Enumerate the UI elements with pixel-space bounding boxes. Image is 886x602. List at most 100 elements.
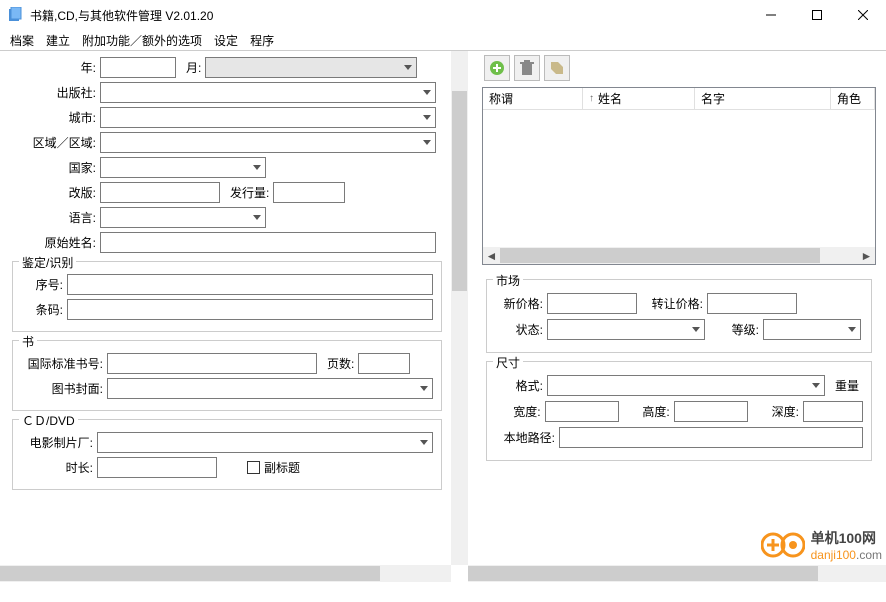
tag-icon <box>549 60 565 76</box>
newprice-input[interactable] <box>547 293 637 314</box>
region-combo[interactable] <box>100 132 436 153</box>
newprice-label: 新价格: <box>495 295 547 312</box>
tag-button[interactable] <box>544 55 570 81</box>
studio-combo[interactable] <box>97 432 433 453</box>
duration-input[interactable] <box>97 457 217 478</box>
publisher-label: 出版社: <box>8 84 100 101</box>
menu-addon[interactable]: 附加功能／额外的选项 <box>76 30 208 51</box>
right-hscrollbar[interactable] <box>468 565 886 582</box>
localpath-label: 本地路径: <box>495 429 559 446</box>
pages-input[interactable] <box>358 353 410 374</box>
month-combo[interactable] <box>205 57 417 78</box>
barcode-label: 条码: <box>21 301 67 318</box>
edition-input[interactable] <box>100 182 220 203</box>
titlebar: 书籍,CD,与其他软件管理 V2.01.20 <box>0 0 886 30</box>
right-panel: 称谓 ↑姓名 名字 角色 ◄► 市场 新价格: 转让价格: 状态: <box>468 50 886 582</box>
status-label: 状态: <box>495 321 547 338</box>
cd-legend: ＣＤ/DVD <box>19 412 78 429</box>
minimize-button[interactable] <box>748 0 794 30</box>
menu-create[interactable]: 建立 <box>40 30 76 51</box>
size-group: 尺寸 格式: 重量 宽度: 高度: 深度: 本地路径: <box>486 361 872 461</box>
format-label: 格式: <box>495 377 547 394</box>
year-input[interactable] <box>100 57 176 78</box>
height-input[interactable] <box>674 401 748 422</box>
status-combo[interactable] <box>547 319 705 340</box>
watermark-logo: 单机100网 danji100.com <box>761 528 882 562</box>
col-firstname[interactable]: 名字 <box>695 88 831 109</box>
left-vscrollbar[interactable] <box>451 51 468 565</box>
close-button[interactable] <box>840 0 886 30</box>
width-label: 宽度: <box>495 403 545 420</box>
left-hscrollbar[interactable] <box>0 565 451 582</box>
pages-label: 页数: <box>317 355 358 372</box>
duration-label: 时长: <box>21 459 97 476</box>
country-combo[interactable] <box>100 157 266 178</box>
serial-input[interactable] <box>67 274 433 295</box>
height-label: 高度: <box>619 403 674 420</box>
transferprice-label: 转让价格: <box>637 295 707 312</box>
city-label: 城市: <box>8 109 100 126</box>
localpath-input[interactable] <box>559 427 863 448</box>
circulation-input[interactable] <box>273 182 345 203</box>
cover-label: 图书封面: <box>21 380 107 397</box>
region-label: 区域／区域: <box>8 134 100 151</box>
cd-group: ＣＤ/DVD 电影制片厂: 时长: 副标题 <box>12 419 442 490</box>
width-input[interactable] <box>545 401 619 422</box>
window-title: 书籍,CD,与其他软件管理 V2.01.20 <box>30 7 748 24</box>
trash-icon <box>520 60 534 76</box>
maximize-button[interactable] <box>794 0 840 30</box>
serial-label: 序号: <box>21 276 67 293</box>
transferprice-input[interactable] <box>707 293 797 314</box>
size-legend: 尺寸 <box>493 354 523 371</box>
market-group: 市场 新价格: 转让价格: 状态: 等级: <box>486 279 872 353</box>
publisher-combo[interactable] <box>100 82 436 103</box>
book-legend: 书 <box>19 333 37 350</box>
grade-label: 等级: <box>705 321 763 338</box>
ident-group: 鉴定/识别 序号: 条码: <box>12 261 442 332</box>
grid-hscrollbar[interactable]: ◄► <box>483 247 875 264</box>
circulation-label: 发行量: <box>220 184 273 201</box>
weight-label: 重量 <box>825 377 863 394</box>
depth-input[interactable] <box>803 401 863 422</box>
subtitle-checkbox[interactable]: 副标题 <box>247 459 300 476</box>
cover-combo[interactable] <box>107 378 433 399</box>
col-surname[interactable]: ↑姓名 <box>583 88 695 109</box>
originalname-input[interactable] <box>100 232 436 253</box>
edition-label: 改版: <box>8 184 100 201</box>
toolbar <box>480 51 886 85</box>
format-combo[interactable] <box>547 375 825 396</box>
plus-circle-icon <box>489 60 505 76</box>
menu-file[interactable]: 档案 <box>4 30 40 51</box>
logo-text-1: 单机100网 <box>811 528 882 548</box>
sort-asc-icon: ↑ <box>589 93 594 104</box>
isbn-input[interactable] <box>107 353 317 374</box>
isbn-label: 国际标准书号: <box>21 355 107 372</box>
ident-legend: 鉴定/识别 <box>19 254 76 271</box>
barcode-input[interactable] <box>67 299 433 320</box>
subtitle-label: 副标题 <box>264 459 300 476</box>
country-label: 国家: <box>8 159 100 176</box>
app-icon <box>8 7 24 23</box>
window-controls <box>748 0 886 30</box>
col-salutation[interactable]: 称谓 <box>483 88 583 109</box>
language-combo[interactable] <box>100 207 266 228</box>
depth-label: 深度: <box>748 403 803 420</box>
studio-label: 电影制片厂: <box>21 434 97 451</box>
menu-settings[interactable]: 设定 <box>208 30 244 51</box>
menu-program[interactable]: 程序 <box>244 30 280 51</box>
book-group: 书 国际标准书号: 页数: 图书封面: <box>12 340 442 411</box>
originalname-label: 原始姓名: <box>8 234 100 251</box>
language-label: 语言: <box>8 209 100 226</box>
add-button[interactable] <box>484 55 510 81</box>
person-grid[interactable]: 称谓 ↑姓名 名字 角色 ◄► <box>482 87 876 265</box>
market-legend: 市场 <box>493 272 523 289</box>
logo-icon <box>761 531 805 559</box>
grid-header: 称谓 ↑姓名 名字 角色 <box>483 88 875 110</box>
grade-combo[interactable] <box>763 319 861 340</box>
year-label: 年: <box>8 59 100 76</box>
month-label: 月: <box>176 59 205 76</box>
left-panel: 年: 月: 出版社: 城市: 区域／区域: 国家: 改版 <box>0 50 468 582</box>
col-role[interactable]: 角色 <box>831 88 875 109</box>
delete-button[interactable] <box>514 55 540 81</box>
city-combo[interactable] <box>100 107 436 128</box>
